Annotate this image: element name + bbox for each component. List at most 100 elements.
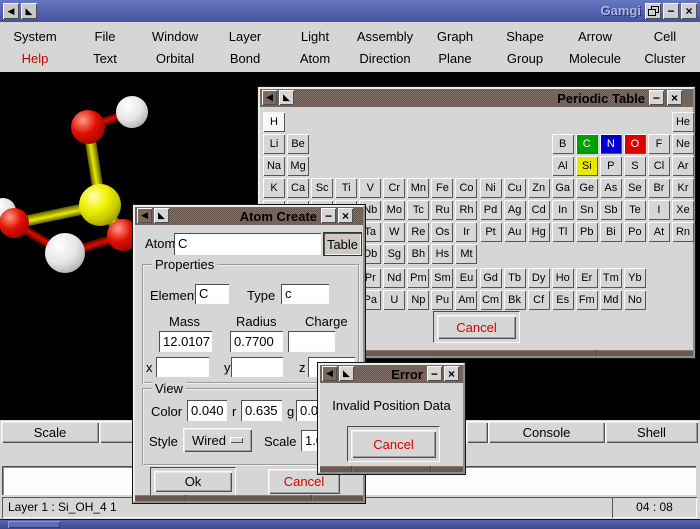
element-cell-Te[interactable]: Te bbox=[623, 200, 646, 220]
menu-item-assembly[interactable]: Assembly bbox=[350, 29, 420, 44]
element-cell-Mg[interactable]: Mg bbox=[287, 156, 310, 176]
element-cell-Co[interactable]: Co bbox=[455, 178, 478, 198]
element-cell-Cd[interactable]: Cd bbox=[527, 200, 550, 220]
window-shade-button[interactable]: ◣ bbox=[21, 3, 37, 19]
element-cell-Mt[interactable]: Mt bbox=[455, 244, 478, 264]
ok-button[interactable]: Ok bbox=[154, 471, 232, 492]
minimize-button[interactable]: − bbox=[649, 90, 664, 105]
element-cell-Ge[interactable]: Ge bbox=[575, 178, 598, 198]
minimize-button[interactable]: − bbox=[427, 366, 442, 381]
menu-item-shape[interactable]: Shape bbox=[490, 29, 560, 44]
charge-input[interactable] bbox=[288, 331, 335, 352]
window-titlebar[interactable]: ◀ ◣ Gamgi − × bbox=[0, 0, 700, 22]
minimize-button[interactable]: − bbox=[321, 208, 336, 223]
element-cell-Kr[interactable]: Kr bbox=[672, 178, 695, 198]
element-cell-Nd[interactable]: Nd bbox=[383, 268, 406, 288]
dialog-resize-bar[interactable] bbox=[320, 466, 463, 472]
dialog-detach-button[interactable]: ◀ bbox=[137, 208, 152, 223]
element-cell-Am[interactable]: Am bbox=[455, 290, 478, 310]
element-cell-Pd[interactable]: Pd bbox=[479, 200, 502, 220]
scale-button[interactable]: Scale bbox=[1, 421, 99, 443]
menu-item-bond[interactable]: Bond bbox=[210, 51, 280, 66]
element-cell-S[interactable]: S bbox=[623, 156, 646, 176]
element-cell-K[interactable]: K bbox=[263, 178, 285, 198]
color-g-input[interactable]: 0.635 bbox=[241, 400, 282, 421]
close-button[interactable]: × bbox=[444, 366, 459, 381]
element-cell-Fm[interactable]: Fm bbox=[575, 290, 598, 310]
menu-item-file[interactable]: File bbox=[70, 29, 140, 44]
element-cell-Pb[interactable]: Pb bbox=[575, 222, 598, 242]
element-cell-As[interactable]: As bbox=[599, 178, 622, 198]
dialog-shade-button[interactable]: ◣ bbox=[339, 366, 354, 381]
close-button[interactable]: × bbox=[667, 90, 682, 105]
menu-item-cell[interactable]: Cell bbox=[630, 29, 700, 44]
element-cell-Bk[interactable]: Bk bbox=[503, 290, 526, 310]
element-input[interactable]: C bbox=[195, 284, 229, 304]
element-cell-Hs[interactable]: Hs bbox=[431, 244, 454, 264]
element-cell-Rn[interactable]: Rn bbox=[672, 222, 695, 242]
element-cell-N[interactable]: N bbox=[599, 134, 622, 154]
element-cell-Na[interactable]: Na bbox=[263, 156, 285, 176]
element-cell-Ag[interactable]: Ag bbox=[503, 200, 526, 220]
element-cell-Yb[interactable]: Yb bbox=[623, 268, 646, 288]
element-cell-Eu[interactable]: Eu bbox=[455, 268, 478, 288]
element-cell-W[interactable]: W bbox=[383, 222, 406, 242]
minimize-button[interactable]: − bbox=[663, 3, 679, 19]
element-cell-Xe[interactable]: Xe bbox=[672, 200, 695, 220]
taskbar-segment[interactable] bbox=[8, 521, 60, 528]
dialog-detach-button[interactable]: ◀ bbox=[262, 90, 277, 105]
element-cell-Mn[interactable]: Mn bbox=[407, 178, 430, 198]
menu-item-cluster[interactable]: Cluster bbox=[630, 51, 700, 66]
element-cell-Si[interactable]: Si bbox=[575, 156, 598, 176]
element-cell-B[interactable]: B bbox=[551, 134, 574, 154]
menu-item-direction[interactable]: Direction bbox=[350, 51, 420, 66]
console-button[interactable]: Console bbox=[488, 421, 605, 443]
element-cell-At[interactable]: At bbox=[647, 222, 670, 242]
periodic-cancel-button[interactable]: Cancel bbox=[437, 315, 516, 339]
element-cell-Sm[interactable]: Sm bbox=[431, 268, 454, 288]
element-cell-Bi[interactable]: Bi bbox=[599, 222, 622, 242]
element-cell-Dy[interactable]: Dy bbox=[527, 268, 550, 288]
menu-item-orbital[interactable]: Orbital bbox=[140, 51, 210, 66]
atom-ball-o[interactable] bbox=[0, 208, 29, 238]
atom-ball-h[interactable] bbox=[45, 233, 85, 273]
element-cell-In[interactable]: In bbox=[551, 200, 574, 220]
element-cell-Es[interactable]: Es bbox=[551, 290, 574, 310]
element-cell-Hg[interactable]: Hg bbox=[527, 222, 550, 242]
element-cell-Tc[interactable]: Tc bbox=[407, 200, 430, 220]
element-cell-Sc[interactable]: Sc bbox=[311, 178, 334, 198]
error-cancel-button[interactable]: Cancel bbox=[351, 430, 436, 458]
element-cell-Re[interactable]: Re bbox=[407, 222, 430, 242]
element-cell-Ca[interactable]: Ca bbox=[287, 178, 310, 198]
toolbar-button-hidden-3[interactable] bbox=[466, 421, 488, 443]
element-cell-H[interactable]: H bbox=[263, 112, 285, 132]
maximize-button[interactable] bbox=[645, 3, 661, 19]
element-cell-Cr[interactable]: Cr bbox=[383, 178, 406, 198]
element-cell-Md[interactable]: Md bbox=[599, 290, 622, 310]
element-cell-Bh[interactable]: Bh bbox=[407, 244, 430, 264]
menu-item-layer[interactable]: Layer bbox=[210, 29, 280, 44]
error-titlebar[interactable]: ◀ ◣ Error − × bbox=[320, 365, 463, 383]
element-cell-Be[interactable]: Be bbox=[287, 134, 310, 154]
element-cell-V[interactable]: V bbox=[359, 178, 382, 198]
element-cell-Cf[interactable]: Cf bbox=[527, 290, 550, 310]
element-cell-Zn[interactable]: Zn bbox=[527, 178, 550, 198]
close-button[interactable]: × bbox=[681, 3, 697, 19]
element-cell-Ga[interactable]: Ga bbox=[551, 178, 574, 198]
element-cell-Tb[interactable]: Tb bbox=[503, 268, 526, 288]
element-cell-Se[interactable]: Se bbox=[623, 178, 646, 198]
atom-ball-si[interactable] bbox=[79, 184, 121, 226]
periodic-table-titlebar[interactable]: ◀ ◣ Periodic Table − × bbox=[260, 89, 693, 107]
element-cell-F[interactable]: F bbox=[647, 134, 670, 154]
element-cell-Ru[interactable]: Ru bbox=[431, 200, 454, 220]
dialog-detach-button[interactable]: ◀ bbox=[322, 366, 337, 381]
atom-ball-o[interactable] bbox=[71, 110, 105, 144]
element-cell-Sn[interactable]: Sn bbox=[575, 200, 598, 220]
element-cell-Ir[interactable]: Ir bbox=[455, 222, 478, 242]
element-cell-Ni[interactable]: Ni bbox=[479, 178, 502, 198]
element-cell-C[interactable]: C bbox=[575, 134, 598, 154]
menu-item-molecule[interactable]: Molecule bbox=[560, 51, 630, 66]
element-cell-P[interactable]: P bbox=[599, 156, 622, 176]
x-input[interactable] bbox=[156, 357, 209, 377]
element-cell-Ne[interactable]: Ne bbox=[672, 134, 695, 154]
